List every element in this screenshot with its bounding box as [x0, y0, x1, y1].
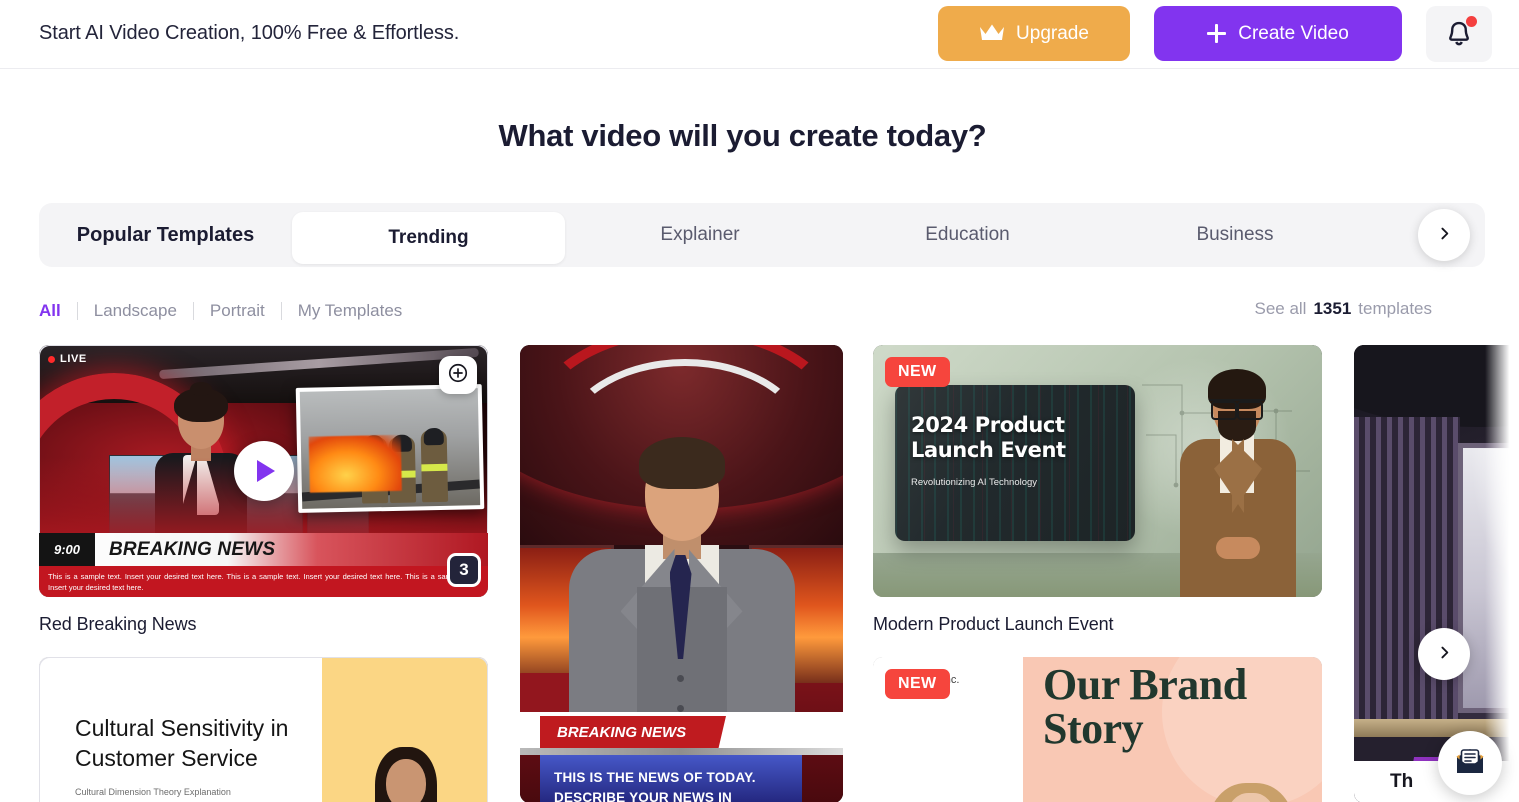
page-title: What video will you create today? [498, 118, 987, 153]
bell-icon [1444, 16, 1477, 49]
add-to-project-button[interactable] [439, 356, 477, 394]
new-badge: NEW [885, 357, 950, 387]
filter-divider [280, 302, 282, 320]
template-thumbnail[interactable]: LIVE 9:00 BREAKING NEWS This is a sample… [39, 345, 488, 597]
scene-count-value: 3 [450, 556, 478, 584]
grid-column-3: 2024 Product Launch Event Revolutionizin… [873, 345, 1322, 802]
plus-circle-icon [447, 362, 469, 389]
template-title: Red Breaking News [39, 614, 197, 634]
see-all-count: 1351 [1313, 299, 1352, 318]
lower-third-graphic: BREAKING NEWS THIS IS THE NEWS OF TODAY.… [520, 712, 843, 802]
create-video-label: Create Video [1238, 22, 1349, 44]
filter-all[interactable]: All [39, 301, 61, 321]
template-card-brand-story[interactable]: vo Inc. Our Brand Story [873, 657, 1322, 802]
tagline: Start AI Video Creation, 100% Free & Eff… [39, 22, 460, 44]
template-thumbnail[interactable]: Cultural Sensitivity in Customer Service… [39, 657, 488, 802]
scene-count-badge: 3 [447, 553, 481, 587]
template-card-cultural-sensitivity[interactable]: Cultural Sensitivity in Customer Service… [39, 657, 488, 802]
tab-business[interactable]: Business [1100, 203, 1370, 267]
filter-landscape[interactable]: Landscape [94, 301, 177, 321]
presenter-figure [1184, 783, 1316, 802]
filter-portrait[interactable]: Portrait [210, 301, 265, 321]
tab-label: Popular Templates [76, 223, 255, 246]
news-body-text: THIS IS THE NEWS OF TODAY. DESCRIBE YOUR… [540, 755, 802, 802]
ticker-text: This is a sample text. Insert your desir… [39, 566, 488, 597]
timestamp-label: 9:00 [39, 533, 95, 566]
slide-headline: 2024 Product Launch Event [911, 413, 1066, 462]
grid-column-1: LIVE 9:00 BREAKING NEWS This is a sample… [39, 345, 488, 802]
lower-third-graphic: 9:00 BREAKING NEWS This is a sample text… [39, 533, 488, 597]
orientation-filters: All Landscape Portrait My Templates [39, 298, 402, 324]
upgrade-label: Upgrade [1016, 22, 1089, 44]
support-chat-button[interactable] [1438, 731, 1502, 795]
crown-icon [979, 23, 1005, 45]
presenter-figure [1176, 369, 1300, 597]
chevron-right-icon [1436, 644, 1453, 664]
slide-headline: Cultural Sensitivity in Customer Service [75, 715, 289, 771]
category-tabs: Popular Templates Trending Explainer Edu… [39, 203, 1485, 267]
template-title: Modern Product Launch Event [873, 614, 1114, 634]
play-button[interactable] [233, 441, 294, 501]
create-video-button[interactable]: Create Video [1154, 6, 1402, 61]
new-badge: NEW [885, 669, 950, 699]
tabs-next-button[interactable] [1418, 209, 1470, 261]
template-grid: LIVE 9:00 BREAKING NEWS This is a sample… [39, 345, 1519, 802]
breaking-news-headline: BREAKING NEWS [540, 716, 726, 748]
tab-explainer[interactable]: Explainer [565, 203, 835, 267]
template-card-purple-studio[interactable]: Th [1354, 345, 1519, 802]
presentation-slide: 2024 Product Launch Event Revolutionizin… [895, 385, 1135, 541]
upgrade-button[interactable]: Upgrade [938, 6, 1130, 61]
grid-column-4: Th [1354, 345, 1519, 802]
presenter-figure [353, 747, 457, 802]
tab-label: Business [1196, 224, 1274, 245]
template-card-modern-product-launch[interactable]: 2024 Product Launch Event Revolutionizin… [873, 345, 1322, 635]
tab-popular-templates[interactable]: Popular Templates [39, 203, 292, 267]
breaking-news-headline: BREAKING NEWS [109, 538, 276, 560]
filter-divider [76, 302, 78, 320]
purple-studio-scene: Th [1354, 345, 1519, 802]
notification-badge-dot [1466, 16, 1477, 27]
template-card-red-breaking-news[interactable]: LIVE 9:00 BREAKING NEWS This is a sample… [39, 345, 488, 635]
live-dot-icon [48, 355, 55, 363]
template-thumbnail[interactable]: Th [1354, 345, 1519, 802]
carousel-next-button[interactable] [1418, 628, 1470, 680]
play-icon [257, 460, 275, 482]
template-thumbnail[interactable]: 2024 Product Launch Event Revolutionizin… [873, 345, 1322, 597]
tab-trending[interactable]: Trending [292, 212, 565, 264]
chat-envelope-icon [1455, 748, 1485, 778]
chevron-right-icon [1436, 225, 1453, 245]
grid-column-2: BREAKING NEWS THIS IS THE NEWS OF TODAY.… [520, 345, 843, 802]
app-root: Start AI Video Creation, 100% Free & Eff… [0, 0, 1519, 802]
tab-education[interactable]: Education [835, 203, 1100, 267]
live-indicator: LIVE [48, 353, 87, 365]
template-thumbnail[interactable]: BREAKING NEWS THIS IS THE NEWS OF TODAY.… [520, 345, 843, 802]
tab-label: Trending [388, 227, 469, 248]
filter-divider [192, 302, 194, 320]
slide-subtitle: Revolutionizing AI Technology [911, 477, 1038, 488]
template-thumbnail[interactable]: vo Inc. Our Brand Story [873, 657, 1322, 802]
plus-icon [1207, 24, 1227, 43]
see-all-suffix: templates [1358, 299, 1432, 318]
cultural-sensitivity-scene: Cultural Sensitivity in Customer Service… [39, 657, 488, 802]
inset-photo-firefighters [295, 384, 485, 513]
live-label: LIVE [60, 353, 87, 365]
slide-headline: Our Brand Story [1043, 660, 1247, 753]
tab-label: Education [925, 224, 1010, 245]
see-all-prefix: See all [1254, 299, 1307, 318]
tab-label: Explainer [660, 224, 740, 245]
template-card-breaking-news-portrait[interactable]: BREAKING NEWS THIS IS THE NEWS OF TODAY.… [520, 345, 843, 802]
filter-my-templates[interactable]: My Templates [298, 301, 403, 321]
slide-subtitle: Cultural Dimension Theory Explanation [75, 787, 231, 797]
presenter-panel [322, 657, 488, 802]
top-bar: Start AI Video Creation, 100% Free & Eff… [0, 0, 1519, 69]
see-all-templates-link[interactable]: See all 1351 templates [1254, 299, 1432, 319]
notifications-button[interactable] [1426, 6, 1492, 62]
